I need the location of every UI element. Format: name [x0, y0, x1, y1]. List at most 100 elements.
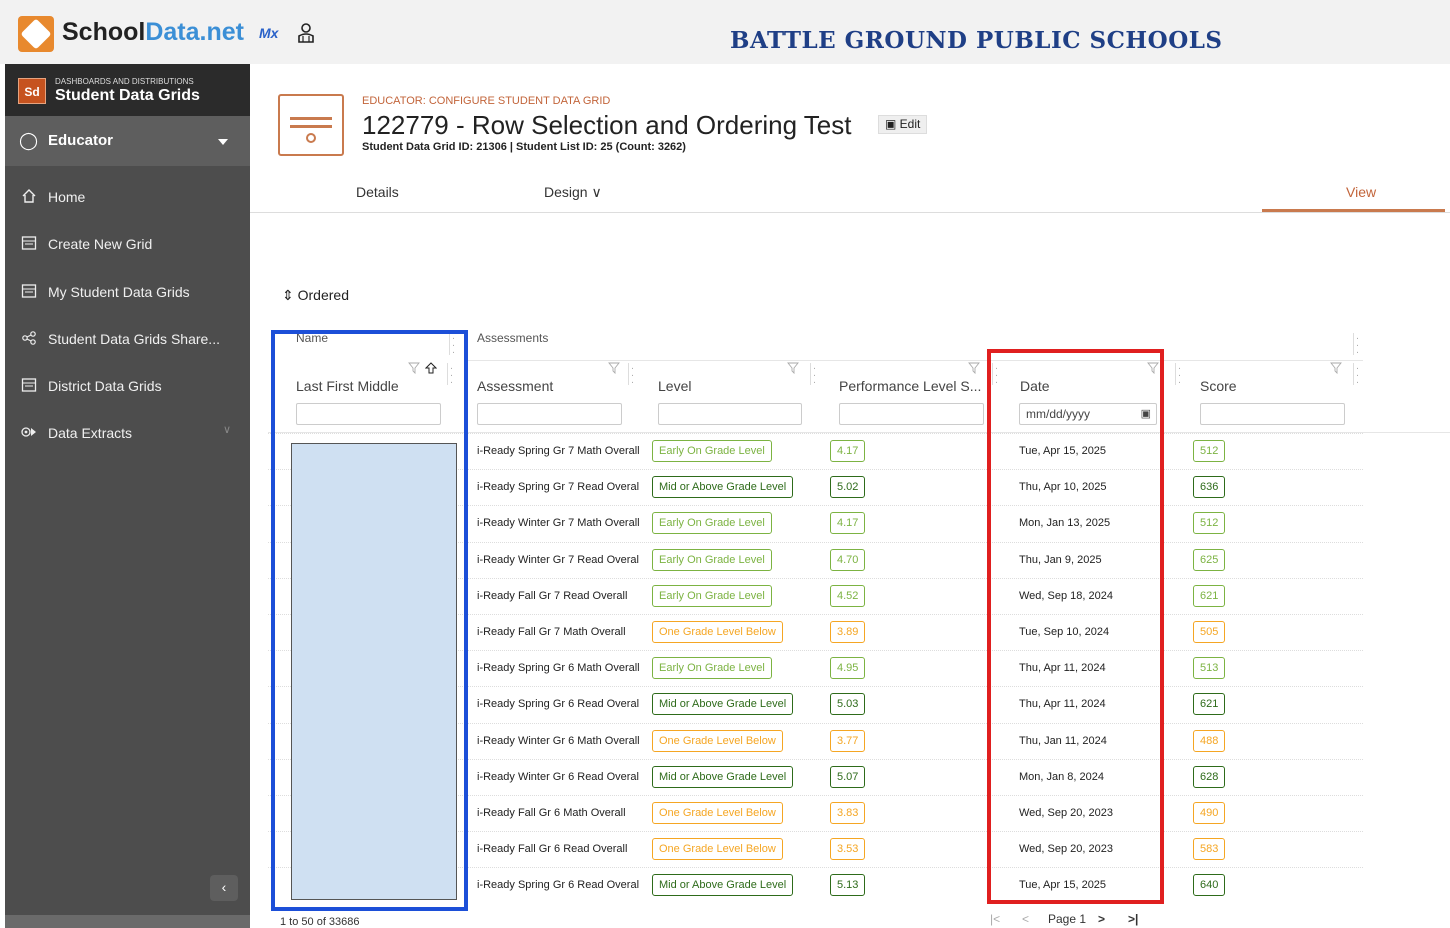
- apple-icon: ◯: [19, 131, 39, 150]
- sidebar-item-home[interactable]: Home: [5, 177, 250, 217]
- tab-view[interactable]: View: [1346, 184, 1376, 200]
- assessment-cell: i-Ready Fall Gr 6 Read Overall: [477, 843, 628, 856]
- level-badge: Mid or Above Grade Level: [652, 874, 794, 897]
- assessment-cell: i-Ready Winter Gr 6 Read Overall: [477, 770, 639, 783]
- score-badge: 636: [1193, 476, 1226, 499]
- date-column-highlight: [987, 349, 1164, 904]
- assessment-cell: i-Ready Spring Gr 7 Read Overall: [477, 481, 639, 494]
- filter-icon[interactable]: [1330, 362, 1342, 374]
- grid-icon: [21, 378, 37, 392]
- sidebar: Sd DASHBOARDS AND DISTRIBUTIONS Student …: [5, 64, 250, 928]
- tab-design[interactable]: Design ∨: [544, 184, 602, 201]
- grid-ids: Student Data Grid ID: 21306 | Student Li…: [362, 141, 686, 153]
- assessment-filter-input[interactable]: [477, 403, 622, 425]
- edit-button[interactable]: ▣ Edit: [878, 115, 928, 134]
- district-name: BATTLE GROUND PUBLIC SCHOOLS: [730, 27, 1223, 54]
- sidebar-item-data-extracts[interactable]: Data Extracts ∨: [5, 413, 250, 453]
- sd-badge-icon: Sd: [18, 78, 46, 104]
- level-badge: Early On Grade Level: [652, 548, 772, 571]
- grid-icon: [21, 236, 37, 250]
- mx-icon[interactable]: Mx: [259, 25, 278, 41]
- performance-badge: 5.03: [830, 693, 866, 716]
- column-header-performance-level[interactable]: Performance Level S... ...: [839, 360, 1009, 396]
- score-badge: 490: [1193, 802, 1226, 824]
- performance-badge: 4.52: [830, 584, 866, 607]
- extract-icon: [21, 427, 36, 437]
- performance-badge: 4.17: [830, 440, 866, 462]
- filter-icon[interactable]: [968, 362, 980, 374]
- assessment-cell: i-Ready Winter Gr 7 Math Overall: [477, 517, 639, 530]
- level-badge: Early On Grade Level: [652, 657, 772, 680]
- assessment-cell: i-Ready Fall Gr 7 Math Overall: [477, 626, 626, 638]
- score-badge: 583: [1193, 838, 1226, 861]
- sidebar-item-district-data-grids[interactable]: District Data Grids: [5, 366, 250, 406]
- share-icon: [22, 331, 36, 345]
- assessment-cell: i-Ready Fall Gr 7 Read Overall: [477, 589, 628, 602]
- last-page-button[interactable]: >|: [1128, 912, 1138, 926]
- tab-details[interactable]: Details: [356, 184, 399, 200]
- column-menu-icon[interactable]: ...: [628, 362, 636, 386]
- score-badge: 621: [1193, 693, 1226, 716]
- breadcrumb: EDUCATOR: CONFIGURE STUDENT DATA GRID: [362, 95, 611, 107]
- home-icon: [22, 189, 36, 203]
- level-filter-input[interactable]: [658, 403, 802, 425]
- role-label: Educator: [48, 132, 114, 149]
- collapse-sidebar-button[interactable]: ‹: [210, 875, 238, 901]
- column-menu-icon[interactable]: ...: [1353, 332, 1361, 356]
- level-badge: Early On Grade Level: [652, 440, 772, 462]
- sidebar-item-create-new-grid[interactable]: Create New Grid: [5, 224, 250, 264]
- name-column-highlight: [271, 330, 468, 911]
- row-count: 1 to 50 of 33686: [280, 916, 360, 928]
- assessment-cell: i-Ready Spring Gr 6 Math Overall: [477, 662, 639, 675]
- level-badge: One Grade Level Below: [652, 838, 783, 861]
- score-badge: 625: [1193, 548, 1226, 571]
- performance-badge: 4.17: [830, 512, 866, 535]
- score-badge: 488: [1193, 729, 1226, 752]
- next-page-button[interactable]: >: [1098, 912, 1105, 926]
- first-page-button[interactable]: |<: [990, 912, 1000, 926]
- filter-icon[interactable]: [787, 362, 799, 374]
- sort-icon: ⇕: [282, 287, 298, 303]
- assessment-cell: i-Ready Fall Gr 6 Math Overall: [477, 807, 626, 819]
- section-title: Student Data Grids: [55, 87, 200, 104]
- score-filter-input[interactable]: [1200, 403, 1345, 425]
- score-badge: 505: [1193, 621, 1226, 643]
- score-badge: 628: [1193, 765, 1226, 788]
- prev-page-button[interactable]: <: [1022, 912, 1029, 926]
- filter-icon[interactable]: [608, 362, 620, 374]
- level-badge: One Grade Level Below: [652, 802, 783, 824]
- column-header-assessment[interactable]: Assessment ...: [477, 360, 647, 396]
- schooldata-logo-text[interactable]: SchoolData.net: [62, 18, 244, 47]
- column-header-level[interactable]: Level ...: [658, 360, 828, 396]
- chevron-down-icon: ∨: [223, 424, 232, 436]
- level-badge: Early On Grade Level: [652, 584, 772, 607]
- score-badge: 512: [1193, 440, 1226, 462]
- performance-badge: 3.89: [830, 621, 866, 643]
- column-menu-icon[interactable]: ...: [1353, 362, 1361, 386]
- role-selector[interactable]: ◯ Educator: [5, 116, 250, 166]
- sidebar-item-shared-grids[interactable]: Student Data Grids Share...: [5, 319, 250, 359]
- column-header-score[interactable]: Score ...: [1200, 360, 1370, 396]
- performance-badge: 3.77: [830, 729, 866, 752]
- top-header: SchoolData.net Mx BATTLE GROUND PUBLIC S…: [0, 0, 1450, 64]
- student-data-grid-icon: [278, 94, 344, 156]
- sidebar-footer: [5, 915, 250, 928]
- section-caption: DASHBOARDS AND DISTRIBUTIONS: [55, 77, 194, 86]
- performance-badge: 4.70: [830, 548, 866, 571]
- page-title: 122779 - Row Selection and Ordering Test: [362, 110, 852, 140]
- assessment-cell: i-Ready Winter Gr 7 Read Overall: [477, 553, 639, 566]
- chevron-down-icon: ∨: [591, 184, 602, 200]
- schooldata-logo-icon[interactable]: [18, 16, 54, 52]
- level-badge: One Grade Level Below: [652, 729, 783, 752]
- sidebar-item-my-student-data-grids[interactable]: My Student Data Grids: [5, 272, 250, 312]
- column-menu-icon[interactable]: ...: [810, 362, 818, 386]
- user-icon[interactable]: [296, 22, 316, 44]
- performance-badge: 4.95: [830, 657, 866, 680]
- performance-badge: 5.02: [830, 476, 866, 499]
- performance-badge: 5.07: [830, 765, 866, 788]
- level-badge: Mid or Above Grade Level: [652, 765, 794, 788]
- score-badge: 512: [1193, 512, 1226, 535]
- performance-filter-input[interactable]: [839, 403, 984, 425]
- ordered-toggle[interactable]: ⇕ Ordered: [282, 287, 349, 304]
- column-menu-icon[interactable]: ...: [1175, 362, 1183, 386]
